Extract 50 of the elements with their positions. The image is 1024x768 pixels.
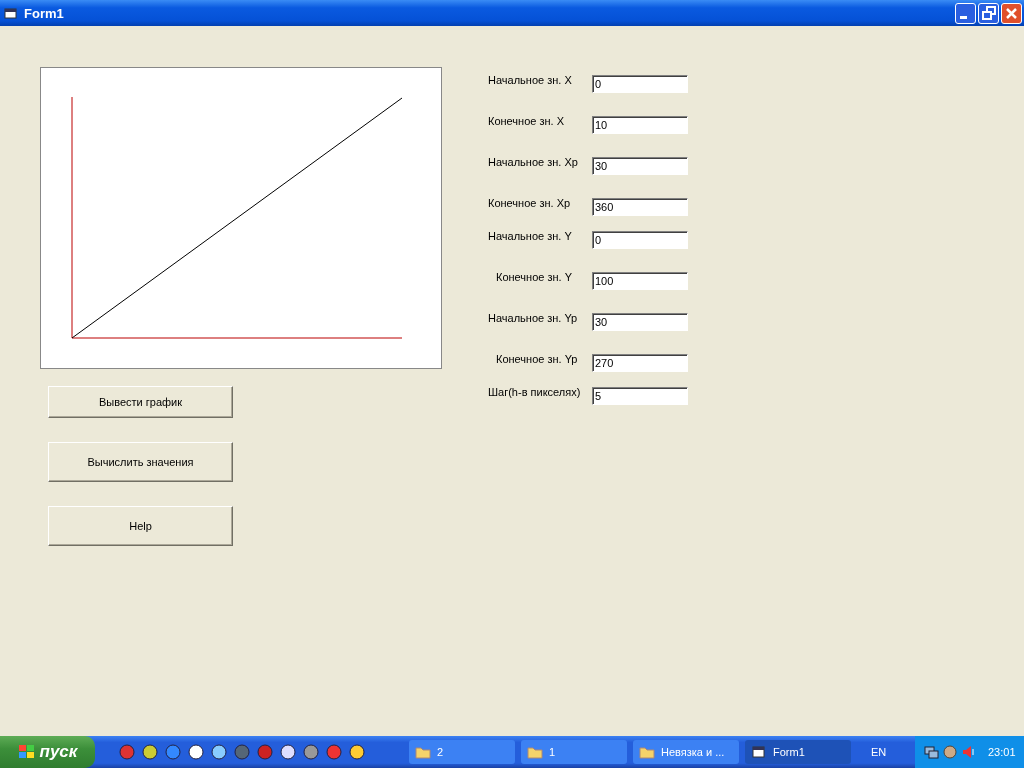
field-label: Конечное зн. Y (495, 271, 574, 283)
field-label: Начальное зн. Yp (488, 312, 579, 324)
close-icon (1006, 7, 1017, 19)
app-icon[interactable] (349, 744, 365, 760)
taskbar-button[interactable]: Form1 (745, 740, 851, 764)
input-field[interactable]: 0 (592, 75, 688, 93)
form-button[interactable]: Вывести график (48, 386, 233, 418)
circle-icon[interactable] (942, 744, 958, 760)
close-button[interactable] (1001, 2, 1022, 24)
minimize-button[interactable] (955, 2, 976, 24)
window-title: Form1 (24, 5, 64, 21)
language-indicator[interactable]: EN (871, 746, 907, 758)
input-field[interactable]: 360 (592, 198, 688, 216)
form-button[interactable]: Вычислить значения (48, 442, 233, 482)
taskbar-button[interactable]: 1 (521, 740, 627, 764)
field-label: Начальное зн. X (488, 74, 573, 86)
field-label: Начальное зн. Xp (488, 156, 579, 168)
window-icon (751, 745, 767, 759)
field-label: Конечное зн. Xp (488, 197, 572, 209)
field-label: Конечное зн. Yp (495, 353, 579, 365)
input-field[interactable]: 30 (592, 157, 688, 175)
field-label: Начальное зн. Y (488, 230, 573, 242)
flag-icon (17, 744, 36, 760)
clock: 23:01 (988, 746, 1016, 758)
form-button[interactable]: Help (48, 506, 233, 546)
minimize-icon (960, 15, 967, 19)
folder-icon (415, 745, 431, 759)
input-field[interactable]: 100 (592, 272, 688, 290)
taskbar-button[interactable]: Невязка и ... (633, 740, 739, 764)
input-field[interactable]: 10 (592, 116, 688, 134)
input-field[interactable]: 0 (592, 231, 688, 249)
input-field[interactable]: 30 (592, 313, 688, 331)
input-field[interactable]: 5 (592, 387, 688, 405)
restore-button[interactable] (978, 2, 999, 24)
start-button[interactable]: пуск (0, 736, 95, 768)
field-label: Конечное зн. X (488, 115, 566, 127)
field-label: Шаг(h-в пикселях) (488, 386, 582, 398)
network-icon[interactable] (923, 744, 939, 760)
taskbar-button[interactable]: 2 (409, 740, 515, 764)
app-icon[interactable] (188, 744, 204, 760)
folder-icon (527, 745, 543, 759)
input-field[interactable]: 270 (592, 354, 688, 372)
app-icon[interactable] (211, 744, 227, 760)
window-icon (4, 7, 18, 19)
folder-icon (639, 745, 655, 759)
restore-icon (981, 6, 996, 20)
speaker-icon[interactable] (961, 744, 977, 760)
app-icon[interactable] (280, 744, 296, 760)
app-icon[interactable] (303, 744, 319, 760)
app-icon[interactable] (142, 744, 158, 760)
